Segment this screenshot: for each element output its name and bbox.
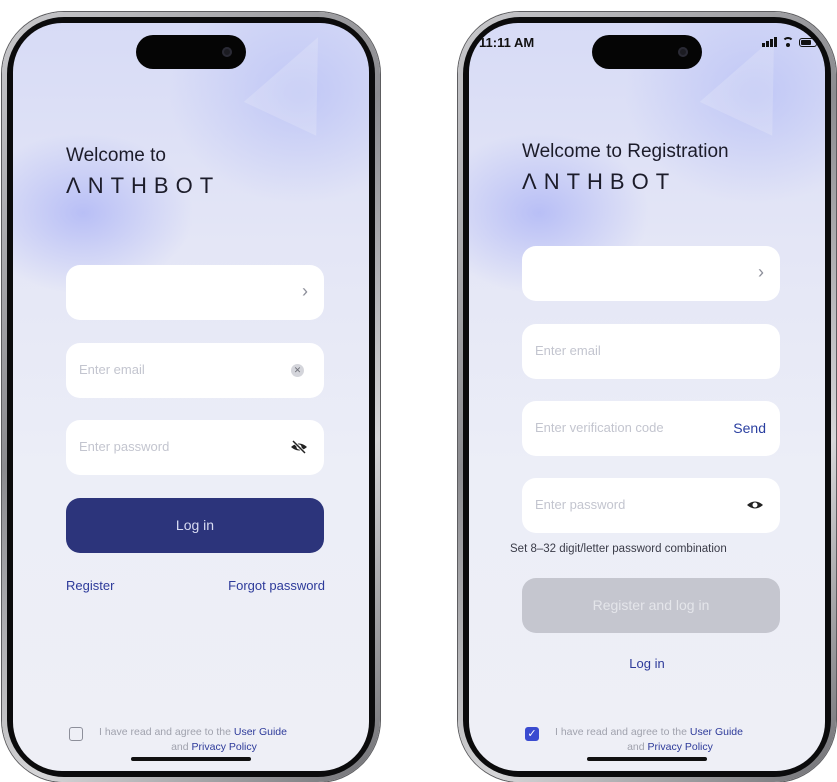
agree-prefix: I have read and agree to the: [99, 726, 231, 738]
login-button[interactable]: Log in: [66, 498, 324, 553]
camera-icon: [678, 47, 688, 57]
chevron-right-icon: ›: [758, 262, 764, 282]
dynamic-island: [136, 35, 246, 69]
register-screen: 11:11 AM Welcome to Registration ΛNTHBOT…: [469, 23, 825, 771]
status-time: 11:11 AM: [479, 35, 535, 50]
email-placeholder: Enter email: [79, 362, 145, 377]
password-field[interactable]: Enter password: [522, 478, 780, 533]
login-screen: Welcome to ΛNTHBOT › Enter email ✕ Enter…: [13, 23, 369, 771]
region-select[interactable]: ›: [522, 246, 780, 301]
eye-slash-icon[interactable]: [290, 440, 308, 454]
clear-icon[interactable]: ✕: [291, 364, 304, 377]
password-field[interactable]: Enter password: [66, 420, 324, 475]
phone-login: Welcome to ΛNTHBOT › Enter email ✕ Enter…: [2, 12, 380, 782]
agree-text: I have read and agree to the User Guide …: [525, 725, 785, 755]
status-icons: [762, 37, 817, 47]
email-field[interactable]: Enter email: [522, 324, 780, 379]
email-placeholder: Enter email: [535, 343, 601, 358]
register-link[interactable]: Register: [66, 578, 114, 593]
privacy-policy-link[interactable]: Privacy Policy: [192, 741, 257, 753]
code-placeholder: Enter verification code: [535, 420, 664, 435]
user-guide-link[interactable]: User Guide: [234, 726, 287, 738]
user-guide-link[interactable]: User Guide: [690, 726, 743, 738]
forgot-password-link[interactable]: Forgot password: [228, 578, 325, 593]
agree-prefix: I have read and agree to the: [555, 726, 687, 738]
brand-logo: ΛNTHBOT: [66, 173, 221, 198]
privacy-policy-link[interactable]: Privacy Policy: [648, 741, 713, 753]
region-select[interactable]: ›: [66, 265, 324, 320]
eye-icon[interactable]: [746, 498, 764, 512]
send-code-button[interactable]: Send: [733, 420, 766, 436]
welcome-title: Welcome to: [66, 145, 166, 166]
password-hint: Set 8–32 digit/letter password combinati…: [510, 543, 727, 555]
agree-and: and: [171, 741, 189, 753]
battery-icon: [799, 37, 817, 47]
register-login-button[interactable]: Register and log in: [522, 578, 780, 633]
phone-register: 11:11 AM Welcome to Registration ΛNTHBOT…: [458, 12, 836, 782]
dynamic-island: [592, 35, 702, 69]
verification-code-field[interactable]: Enter verification code Send: [522, 401, 780, 456]
agree-and: and: [627, 741, 645, 753]
email-field[interactable]: Enter email ✕: [66, 343, 324, 398]
home-indicator: [587, 757, 707, 761]
password-placeholder: Enter password: [79, 439, 170, 454]
agree-text: I have read and agree to the User Guide …: [69, 725, 329, 755]
password-placeholder: Enter password: [535, 497, 626, 512]
wifi-icon: [782, 37, 794, 47]
login-link[interactable]: Log in: [469, 656, 825, 671]
signal-icon: [762, 37, 777, 47]
welcome-title: Welcome to Registration: [522, 141, 729, 162]
home-indicator: [131, 757, 251, 761]
brand-logo: ΛNTHBOT: [522, 169, 677, 194]
camera-icon: [222, 47, 232, 57]
chevron-right-icon: ›: [302, 281, 308, 301]
